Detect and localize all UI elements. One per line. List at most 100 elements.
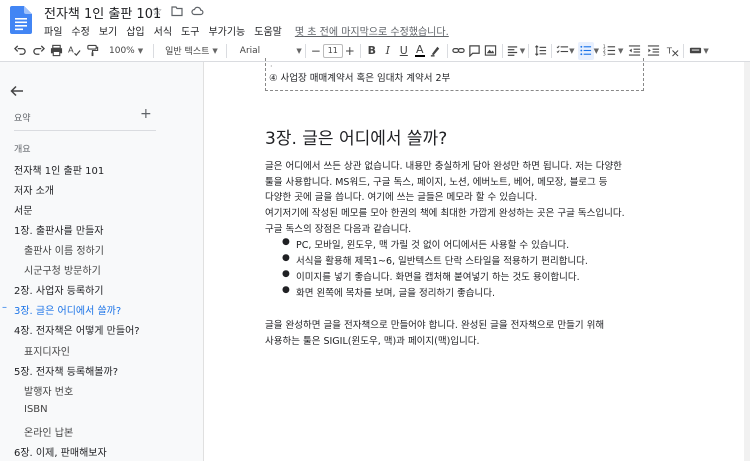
increase-indent-icon[interactable] xyxy=(645,42,661,60)
align-left-icon[interactable] xyxy=(506,42,520,60)
chevron-down-icon[interactable]: ▼ xyxy=(703,47,708,55)
outline-label: 개요 xyxy=(14,145,31,155)
bulleted-list-icon[interactable] xyxy=(577,41,594,60)
outline-item[interactable]: 5장. 전자책 등록해볼까? xyxy=(14,363,118,378)
document-title[interactable]: 전자책 1인 출판 101 xyxy=(44,3,161,22)
chapter-heading[interactable]: 3장. 글은 어디에서 쓸까? xyxy=(265,124,447,149)
italic-icon[interactable]: I xyxy=(380,42,396,60)
svg-text:3: 3 xyxy=(603,52,606,57)
move-to-folder-icon[interactable] xyxy=(170,4,184,18)
vertical-scrollbar[interactable] xyxy=(744,62,750,461)
outline-subitem[interactable]: 출판사 이름 정하기 xyxy=(24,242,104,257)
menu-addons[interactable]: 부가기능 xyxy=(208,23,249,38)
cloud-saved-icon[interactable] xyxy=(190,4,204,18)
font-size-input[interactable]: 11 xyxy=(322,43,343,58)
bullet-list-item[interactable]: 서식을 활용해 제목1~6, 일반텍스트 단락 스타일을 적용하기 편리합니다. xyxy=(296,253,588,267)
spellcheck-icon[interactable]: A xyxy=(68,42,81,60)
outline-item[interactable]: 4장. 전자책은 어떻게 만들어? xyxy=(14,322,140,337)
bullet-icon: ● xyxy=(282,285,290,295)
text-color-swatch-icon xyxy=(414,55,425,57)
title-bar: 전자책 1인 출판 101 ☆ 파일 수정 보기 삽입 서식 도구 부가기능 도… xyxy=(0,0,750,40)
print-icon[interactable] xyxy=(50,42,63,60)
outline-subitem[interactable]: ISBN xyxy=(24,404,48,415)
document-canvas: · ④ 사업장 매매계약서 혹은 임대차 계약서 2부 3장. 글은 어디에서 … xyxy=(203,58,750,461)
last-edit-status[interactable]: 몇 초 전에 마지막으로 수정했습니다. xyxy=(295,23,453,38)
outline-subitem[interactable]: 시군구청 방문하기 xyxy=(24,262,101,277)
toolbar-divider xyxy=(446,43,448,58)
svg-text:A: A xyxy=(68,44,74,54)
toolbar-divider xyxy=(683,43,685,58)
redo-icon[interactable] xyxy=(32,42,45,60)
checklist-icon[interactable] xyxy=(555,42,569,60)
bullet-list-item[interactable]: 이미지를 넣기 좋습니다. 화면을 캡처해 붙여넣기 하는 것도 용이합니다. xyxy=(296,269,580,283)
chevron-down-icon[interactable]: ▼ xyxy=(618,47,623,55)
menu-edit[interactable]: 수정 xyxy=(71,23,93,38)
body-text-line[interactable]: 여기저기에 작성된 메모를 모아 한권의 책에 최대한 가깝게 완성하는 곳은 … xyxy=(265,205,625,219)
menu-tools[interactable]: 도구 xyxy=(181,23,203,38)
outline-item[interactable]: 전자책 1인 출판 101 xyxy=(14,162,104,177)
outline-item[interactable]: 저자 소개 xyxy=(14,182,54,197)
outline-item[interactable]: 6장. 이제, 판매해보자 xyxy=(14,444,107,459)
body-text-line[interactable]: 다양한 곳에 글을 씁니다. 여기에 쓰는 글들은 메모라 할 수 있습니다. xyxy=(265,189,537,203)
menu-insert[interactable]: 삽입 xyxy=(126,23,148,38)
zoom-select[interactable]: 100% ▼ xyxy=(109,42,143,60)
toolbar-divider xyxy=(551,43,553,58)
bullet-list-item[interactable]: 화면 왼쪽에 목차를 보며, 글을 정리하기 좋습니다. xyxy=(296,285,495,299)
decrease-font-size-button[interactable]: − xyxy=(309,42,323,60)
body-text-line[interactable]: 글을 완성하면 글을 전자책으로 만들어야 합니다. 완성된 글을 전자책으로 … xyxy=(265,317,604,331)
paragraph-style-select[interactable]: 일반 텍스트 ▼ xyxy=(165,42,218,60)
back-arrow-icon[interactable] xyxy=(10,84,24,98)
paragraph-style-value: 일반 텍스트 xyxy=(165,47,210,57)
menu-format[interactable]: 서식 xyxy=(154,23,176,38)
chevron-down-icon: ▼ xyxy=(296,46,302,55)
text-color-icon[interactable]: A xyxy=(412,42,428,60)
add-summary-button[interactable]: + xyxy=(140,106,152,122)
insert-link-icon[interactable] xyxy=(451,42,467,60)
underline-icon[interactable]: U xyxy=(396,42,412,60)
google-docs-logo-icon[interactable] xyxy=(10,6,32,34)
outline-item[interactable]: 1장. 출판사를 만들자 xyxy=(14,222,104,237)
font-value: Arial xyxy=(239,45,261,56)
body-text-line[interactable]: 글은 어디에서 쓰든 상관 없습니다. 내용만 충실하게 담아 완성만 하면 됩… xyxy=(265,158,622,172)
toolbar-divider xyxy=(501,43,503,58)
insert-comment-icon[interactable] xyxy=(467,42,483,60)
numbered-list-icon[interactable]: 123 xyxy=(602,42,618,60)
paint-format-icon[interactable] xyxy=(86,42,99,60)
body-text-line[interactable]: 툴을 사용합니다. MS워드, 구글 독스, 페이지, 노션, 에버노트, 베어… xyxy=(265,174,608,188)
toolbar-divider xyxy=(225,43,227,58)
decrease-indent-icon[interactable] xyxy=(626,42,642,60)
highlight-icon[interactable] xyxy=(428,42,444,60)
boxed-list-item[interactable]: ④ 사업장 매매계약서 혹은 임대차 계약서 2부 xyxy=(269,70,450,84)
body-text-line[interactable]: 사용하는 툴은 SIGIL(윈도우, 맥)과 페이지(맥)입니다. xyxy=(265,333,480,347)
outline-item[interactable]: 서문 xyxy=(14,202,32,217)
menu-file[interactable]: 파일 xyxy=(44,23,66,38)
insert-image-icon[interactable] xyxy=(483,42,499,60)
zoom-value: 100% xyxy=(109,45,135,56)
menu-help[interactable]: 도움말 xyxy=(254,23,286,38)
chevron-down-icon[interactable]: ▼ xyxy=(594,47,599,55)
star-icon[interactable]: ☆ xyxy=(150,4,164,18)
bold-icon[interactable]: B xyxy=(364,42,380,60)
bullet-icon: ● xyxy=(282,237,290,247)
menu-view[interactable]: 보기 xyxy=(99,23,121,38)
undo-icon[interactable] xyxy=(14,42,27,60)
outline-item[interactable]: 2장. 사업자 등록하기 xyxy=(14,282,104,297)
outline-subitem[interactable]: 온라인 납본 xyxy=(24,424,73,439)
clear-formatting-icon[interactable]: T xyxy=(664,42,680,60)
document-page[interactable]: · ④ 사업장 매매계약서 혹은 임대차 계약서 2부 3장. 글은 어디에서 … xyxy=(203,58,747,461)
menu-bar: 파일 수정 보기 삽입 서식 도구 부가기능 도움말 몇 초 전에 마지막으로 … xyxy=(44,23,458,38)
toolbar-divider xyxy=(359,43,361,58)
chevron-down-icon[interactable]: ▼ xyxy=(520,47,525,55)
line-spacing-icon[interactable] xyxy=(532,42,548,60)
body-text-line[interactable]: 구글 독스의 장점은 다음과 같습니다. xyxy=(265,221,411,235)
input-tools-keyboard-icon[interactable] xyxy=(687,42,703,60)
chevron-down-icon[interactable]: ▼ xyxy=(569,47,574,55)
increase-font-size-button[interactable]: + xyxy=(343,42,357,60)
outline-item-active[interactable]: 3장. 글은 어디에서 쓸까? xyxy=(14,302,121,317)
bullet-list-item[interactable]: PC, 모바일, 윈도우, 맥 가릴 것 없이 어디에서든 사용할 수 있습니다… xyxy=(296,237,569,251)
toolbar-divider xyxy=(304,43,306,58)
outline-subitem[interactable]: 표지디자인 xyxy=(24,343,70,358)
svg-text:T: T xyxy=(666,45,673,55)
outline-subitem[interactable]: 발행자 번호 xyxy=(24,383,73,398)
font-select[interactable]: Arial ▼ xyxy=(240,42,302,60)
